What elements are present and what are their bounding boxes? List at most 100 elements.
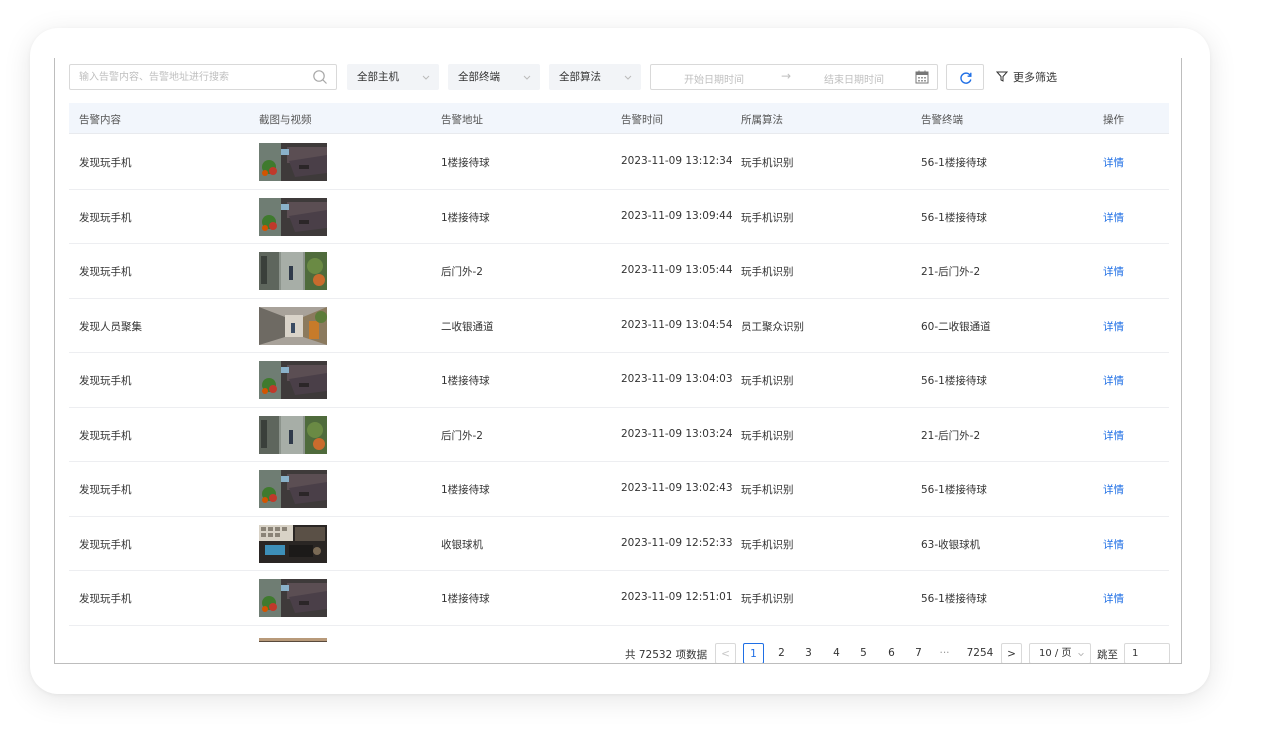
alarm-terminal: 56-1楼接待球 [921,484,987,496]
alarm-algorithm: 玩手机识别 [741,266,794,278]
terminal-select[interactable]: 全部终端 [448,64,540,90]
detail-link[interactable]: 详情 [1103,319,1124,334]
screenshot-thumbnail[interactable] [259,579,327,617]
column-header-algorithm: 所属算法 [741,114,783,126]
screenshot-thumbnail[interactable] [259,524,327,563]
screenshot-thumbnail[interactable] [259,470,327,508]
column-header-address: 告警地址 [441,114,483,126]
alarm-time: 2023-11-09 13:04:54 [621,318,733,331]
table-body: 发现玩手机 1楼接待球 2023-11-09 13:12:34 玩手机识别 56-1楼接… [69,135,1169,626]
alarm-terminal: 56-1楼接待球 [921,157,987,169]
search-input[interactable] [70,65,306,89]
alarm-terminal: 56-1楼接待球 [921,375,987,387]
filter-bar: 全部主机 全部终端 全部算法 开始日期时间 → 结束日期时间 [69,64,1169,90]
alarm-time: 2023-11-09 13:03:24 [621,427,733,440]
refresh-icon [960,72,972,84]
table-row: 发现玩手机 1楼接待球 2023-11-09 13:12:34 玩手机识别 56-1楼接… [69,135,1169,190]
page-ellipsis[interactable]: ··· [934,643,955,663]
alarm-algorithm: 玩手机识别 [741,157,794,169]
refresh-button[interactable] [946,64,984,90]
alarm-terminal: 63-收银球机 [921,538,981,551]
table-row: 发现玩手机 后门外-2 2023-11-09 13:03:24 玩手机识别 21-后门外… [69,408,1169,462]
detail-link[interactable]: 详情 [1103,155,1124,170]
table-row: 发现玩手机 1楼接待球 2023-11-09 13:04:03 玩手机识别 56-1楼接… [69,353,1169,408]
page-size-label: 10 / 页 [1039,648,1072,659]
screenshot-thumbnail[interactable] [259,197,327,236]
alarm-terminal: 56-1楼接待球 [921,211,987,224]
chevron-down-icon [624,75,632,80]
alarm-algorithm: 玩手机识别 [741,211,794,224]
page-button-1[interactable]: 1 [743,643,764,663]
chevron-down-icon [523,75,531,80]
alarm-time: 2023-11-09 13:04:03 [621,373,733,385]
end-date-input[interactable]: 结束日期时间 [824,71,884,86]
alarm-algorithm: 玩手机识别 [741,429,794,442]
jump-label: 跳至 [1097,649,1118,661]
page-size-select[interactable]: 10 / 页 [1029,643,1091,663]
alarm-content: 发现人员聚集 [79,320,142,333]
alarm-algorithm: 玩手机识别 [741,593,794,605]
search-icon[interactable] [312,69,328,85]
chevron-down-icon [1078,652,1084,657]
algorithm-select-label: 全部算法 [559,71,601,83]
detail-link[interactable]: 详情 [1103,591,1124,606]
detail-link[interactable]: 详情 [1103,428,1124,443]
detail-link[interactable]: 详情 [1103,373,1124,388]
alarm-address: 1楼接待球 [441,593,490,605]
filter-icon [996,71,1008,82]
table-row: 发现玩手机 1楼接待球 2023-11-09 12:51:01 玩手机识别 56-1楼接… [69,571,1169,626]
page-button-2[interactable]: 2 [771,643,792,663]
start-date-input[interactable]: 开始日期时间 [684,71,744,86]
alarm-time: 2023-11-09 13:02:43 [621,482,733,494]
page-button-7[interactable]: 7 [908,643,929,663]
algorithm-select[interactable]: 全部算法 [549,64,641,90]
page-button-last[interactable]: 7254 [963,643,997,663]
alarm-algorithm: 员工聚众识别 [741,320,804,333]
table-row: 发现人员聚集 二收银通道 2023-11-09 13:04:54 员工聚众识别 60-二… [69,299,1169,353]
screenshot-thumbnail[interactable] [259,361,327,399]
detail-link[interactable]: 详情 [1103,537,1124,552]
terminal-select-label: 全部终端 [458,71,500,83]
alarm-address: 1楼接待球 [441,375,490,387]
column-header-time: 告警时间 [621,114,663,126]
alarm-terminal: 56-1楼接待球 [921,593,987,605]
column-header-media: 截图与视频 [259,114,312,126]
search-box [69,64,337,90]
detail-link[interactable]: 详情 [1103,210,1124,225]
page-button-5[interactable]: 5 [853,643,874,663]
detail-link[interactable]: 详情 [1103,482,1124,497]
host-select[interactable]: 全部主机 [347,64,439,90]
detail-link[interactable]: 详情 [1103,264,1124,279]
screenshot-thumbnail[interactable] [259,252,327,290]
alarm-content: 发现玩手机 [79,484,132,496]
total-count: 共 72532 项数据 [625,649,708,661]
alarm-content: 发现玩手机 [79,429,132,442]
alarm-algorithm: 玩手机识别 [741,538,794,551]
alarm-time: 2023-11-09 12:52:33 [621,536,733,549]
alarm-terminal: 21-后门外-2 [921,429,981,442]
page-button-3[interactable]: 3 [798,643,819,663]
alarm-address: 1楼接待球 [441,157,490,169]
arrow-right-icon: → [781,69,792,83]
jump-page-input[interactable] [1124,643,1170,663]
prev-page-button[interactable]: < [715,643,736,663]
date-range-picker[interactable]: 开始日期时间 → 结束日期时间 [650,64,938,90]
alarm-content: 发现玩手机 [79,538,132,551]
alarm-address: 1楼接待球 [441,211,490,224]
page-button-4[interactable]: 4 [826,643,847,663]
alarm-content: 发现玩手机 [79,211,132,224]
alarm-address: 二收银通道 [441,320,494,333]
calendar-icon[interactable] [915,70,929,84]
screenshot-thumbnail[interactable] [259,415,327,454]
page-button-6[interactable]: 6 [881,643,902,663]
alarm-address: 后门外-2 [441,429,483,442]
alarm-time: 2023-11-09 13:12:34 [621,155,733,167]
alarm-time: 2023-11-09 13:09:44 [621,209,733,222]
alarm-content: 发现玩手机 [79,375,132,387]
alarm-algorithm: 玩手机识别 [741,484,794,496]
alarm-terminal: 21-后门外-2 [921,266,981,278]
screenshot-thumbnail[interactable] [259,306,327,345]
column-header-terminal: 告警终端 [921,114,963,126]
screenshot-thumbnail[interactable] [259,143,327,181]
next-page-button[interactable]: > [1001,643,1022,663]
